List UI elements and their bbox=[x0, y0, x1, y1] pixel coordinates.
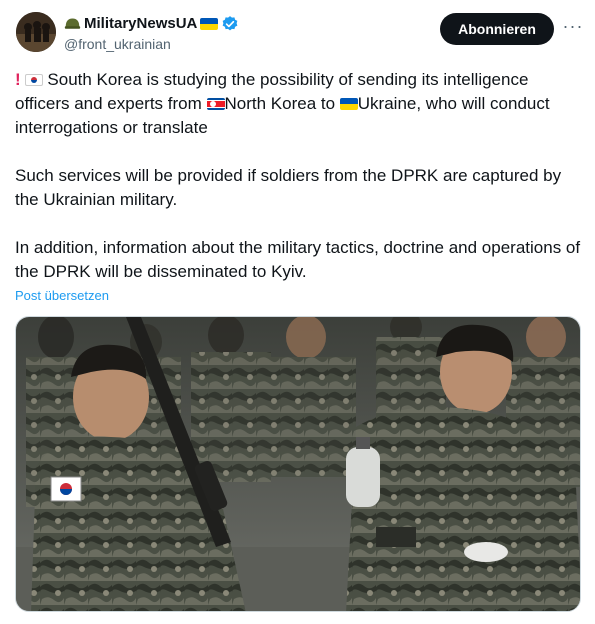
post-text-segment: North Korea to bbox=[224, 94, 340, 113]
verified-badge-icon bbox=[223, 16, 238, 31]
ukraine-flag-icon bbox=[339, 98, 358, 110]
exclamation-icon: ! bbox=[15, 70, 21, 89]
author-info: MilitaryNewsUA @front_ukrainian bbox=[64, 14, 239, 53]
helmet-emoji-icon bbox=[64, 18, 81, 29]
post-header: MilitaryNewsUA @front_ukrainian Abonnier… bbox=[16, 12, 582, 56]
ukraine-flag-icon bbox=[200, 18, 219, 30]
subscribe-button[interactable]: Abonnieren bbox=[440, 13, 554, 45]
post-media-image[interactable] bbox=[15, 316, 581, 612]
post-paragraph-2: Such services will be provided if soldie… bbox=[15, 166, 562, 209]
south-korea-flag-icon bbox=[24, 74, 43, 86]
display-name[interactable]: MilitaryNewsUA bbox=[84, 14, 197, 34]
post-text: ! South Korea is studying the possibilit… bbox=[15, 68, 585, 308]
more-options-icon[interactable]: ··· bbox=[562, 17, 584, 39]
author-handle[interactable]: @front_ukrainian bbox=[64, 35, 239, 53]
post-paragraph-3: In addition, information about the milit… bbox=[15, 238, 581, 281]
translate-post-link[interactable]: Post übersetzen bbox=[15, 288, 109, 303]
north-korea-flag-icon bbox=[206, 98, 225, 110]
post-paragraph-1: ! South Korea is studying the possibilit… bbox=[15, 68, 585, 140]
avatar[interactable] bbox=[16, 12, 56, 52]
